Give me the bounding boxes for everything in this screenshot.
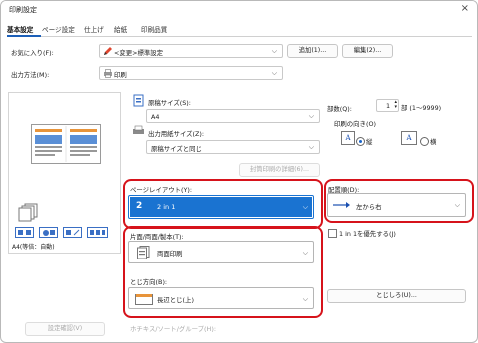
- prioritize-1in1-label: 1 in 1を優先する(J): [339, 230, 396, 238]
- chevron-down-icon: ⌵: [271, 47, 277, 55]
- output-method-label: 出力方法(M):: [11, 71, 50, 79]
- page-layout-number: 2: [136, 201, 143, 211]
- landscape-label: 横: [430, 138, 437, 146]
- preview-caption: A4(等倍：自動): [12, 244, 55, 251]
- window-title: 印刷設定: [9, 6, 37, 14]
- tab-print-quality[interactable]: 印刷品質: [141, 24, 167, 34]
- chevron-down-icon: ⌵: [271, 69, 277, 77]
- tab-basic[interactable]: 基本設定: [7, 24, 33, 34]
- original-size-select[interactable]: A4 ⌵: [146, 109, 320, 123]
- settings-confirm-button[interactable]: 設定確認(V): [25, 322, 105, 336]
- tab-page-setup[interactable]: ページ設定: [42, 24, 75, 34]
- favorites-select[interactable]: <変更>標準設定 ⌵: [99, 44, 283, 58]
- prioritize-1in1-checkbox[interactable]: [328, 229, 337, 238]
- original-size-label: 原稿サイズ(S):: [148, 99, 191, 107]
- duplex-icon: [137, 246, 150, 259]
- printer-icon: [104, 69, 112, 78]
- title-bar: 印刷設定 ×: [1, 1, 477, 18]
- tab-selected-indicator: [7, 35, 41, 37]
- tab-divider: [7, 36, 472, 37]
- output-method-value: 印刷: [114, 71, 127, 79]
- binding-direction-value: 長辺とじ(上): [157, 296, 194, 304]
- output-method-select[interactable]: 印刷 ⌵: [99, 66, 283, 80]
- output-paper-icon: [133, 125, 144, 134]
- duplex-value: 両面印刷: [157, 250, 183, 258]
- original-size-value: A4: [151, 113, 160, 121]
- binding-direction-label: とじ方向(B):: [130, 278, 168, 286]
- long-edge-binding-icon: [135, 294, 153, 305]
- edit-favorite-button[interactable]: 編集(2)...: [342, 44, 393, 58]
- tab-paper-source[interactable]: 給紙: [114, 24, 127, 34]
- output-paper-size-value: 原稿サイズと同じ: [151, 145, 202, 153]
- close-icon[interactable]: ×: [461, 3, 469, 14]
- chevron-down-icon: ⌵: [302, 203, 308, 211]
- favorites-value: <変更>標準設定: [114, 49, 164, 57]
- add-favorite-button[interactable]: 追加(1)...: [287, 44, 338, 58]
- page-layout-select[interactable]: 2 2 in 1 ⌵: [128, 195, 314, 219]
- layout-order-value: 左から右: [356, 203, 382, 211]
- portrait-icon: A: [341, 131, 355, 145]
- copies-range: 部 (1～9999): [401, 104, 442, 112]
- landscape-radio[interactable]: [420, 137, 429, 146]
- page-layout-label: ページレイアウト(Y):: [130, 186, 193, 194]
- copies-label: 部数(Q):: [327, 105, 352, 113]
- binding-margin-button[interactable]: とじしろ(U)...: [327, 289, 466, 303]
- layout-order-select[interactable]: 左から右 ⌵: [327, 193, 466, 217]
- chevron-down-icon: ⌵: [454, 201, 460, 209]
- favorites-label: お気に入り(F):: [11, 49, 54, 57]
- duplex-select[interactable]: 両面印刷 ⌵: [128, 241, 314, 263]
- envelope-details-button[interactable]: 封筒印刷の詳細(6)...: [239, 163, 320, 177]
- chevron-down-icon: ⌵: [302, 295, 308, 303]
- spinner-arrows-icon[interactable]: ▴ ▾: [394, 100, 397, 110]
- two-in-one-preview-image: [31, 124, 101, 164]
- tab-finishing[interactable]: 仕上げ: [84, 24, 104, 34]
- print-settings-window: 印刷設定 × 基本設定 ページ設定 仕上げ 給紙 印刷品質 お気に入り(F): …: [0, 0, 478, 343]
- output-paper-size-select[interactable]: 原稿サイズと同じ ⌵: [146, 140, 320, 154]
- chevron-down-icon: ⌵: [308, 112, 314, 120]
- copies-value: 1: [386, 102, 391, 110]
- output-paper-size-label: 出力用紙サイズ(Z):: [148, 130, 205, 138]
- portrait-radio[interactable]: [356, 137, 365, 146]
- layout-mode-icons[interactable]: [15, 227, 111, 239]
- original-size-icon: [133, 94, 144, 107]
- portrait-label: 縦: [366, 138, 373, 146]
- pencil-icon: [104, 47, 112, 55]
- copies-input[interactable]: 1 ▴ ▾: [376, 99, 399, 112]
- stacked-pages-icon: [18, 203, 38, 222]
- duplex-label: 片面/両面/製本(T):: [130, 233, 184, 241]
- orientation-label: 印刷の向き(O): [334, 120, 376, 128]
- staple-sort-group-label: ホチキス/ソート/グループ(H):: [130, 325, 216, 333]
- landscape-icon: A: [401, 131, 417, 145]
- chevron-down-icon: ⌵: [302, 249, 308, 257]
- arrow-right-icon: [333, 202, 350, 208]
- page-layout-value: 2 in 1: [157, 203, 176, 211]
- chevron-down-icon: ⌵: [308, 143, 314, 151]
- binding-direction-select[interactable]: 長辺とじ(上) ⌵: [128, 287, 314, 309]
